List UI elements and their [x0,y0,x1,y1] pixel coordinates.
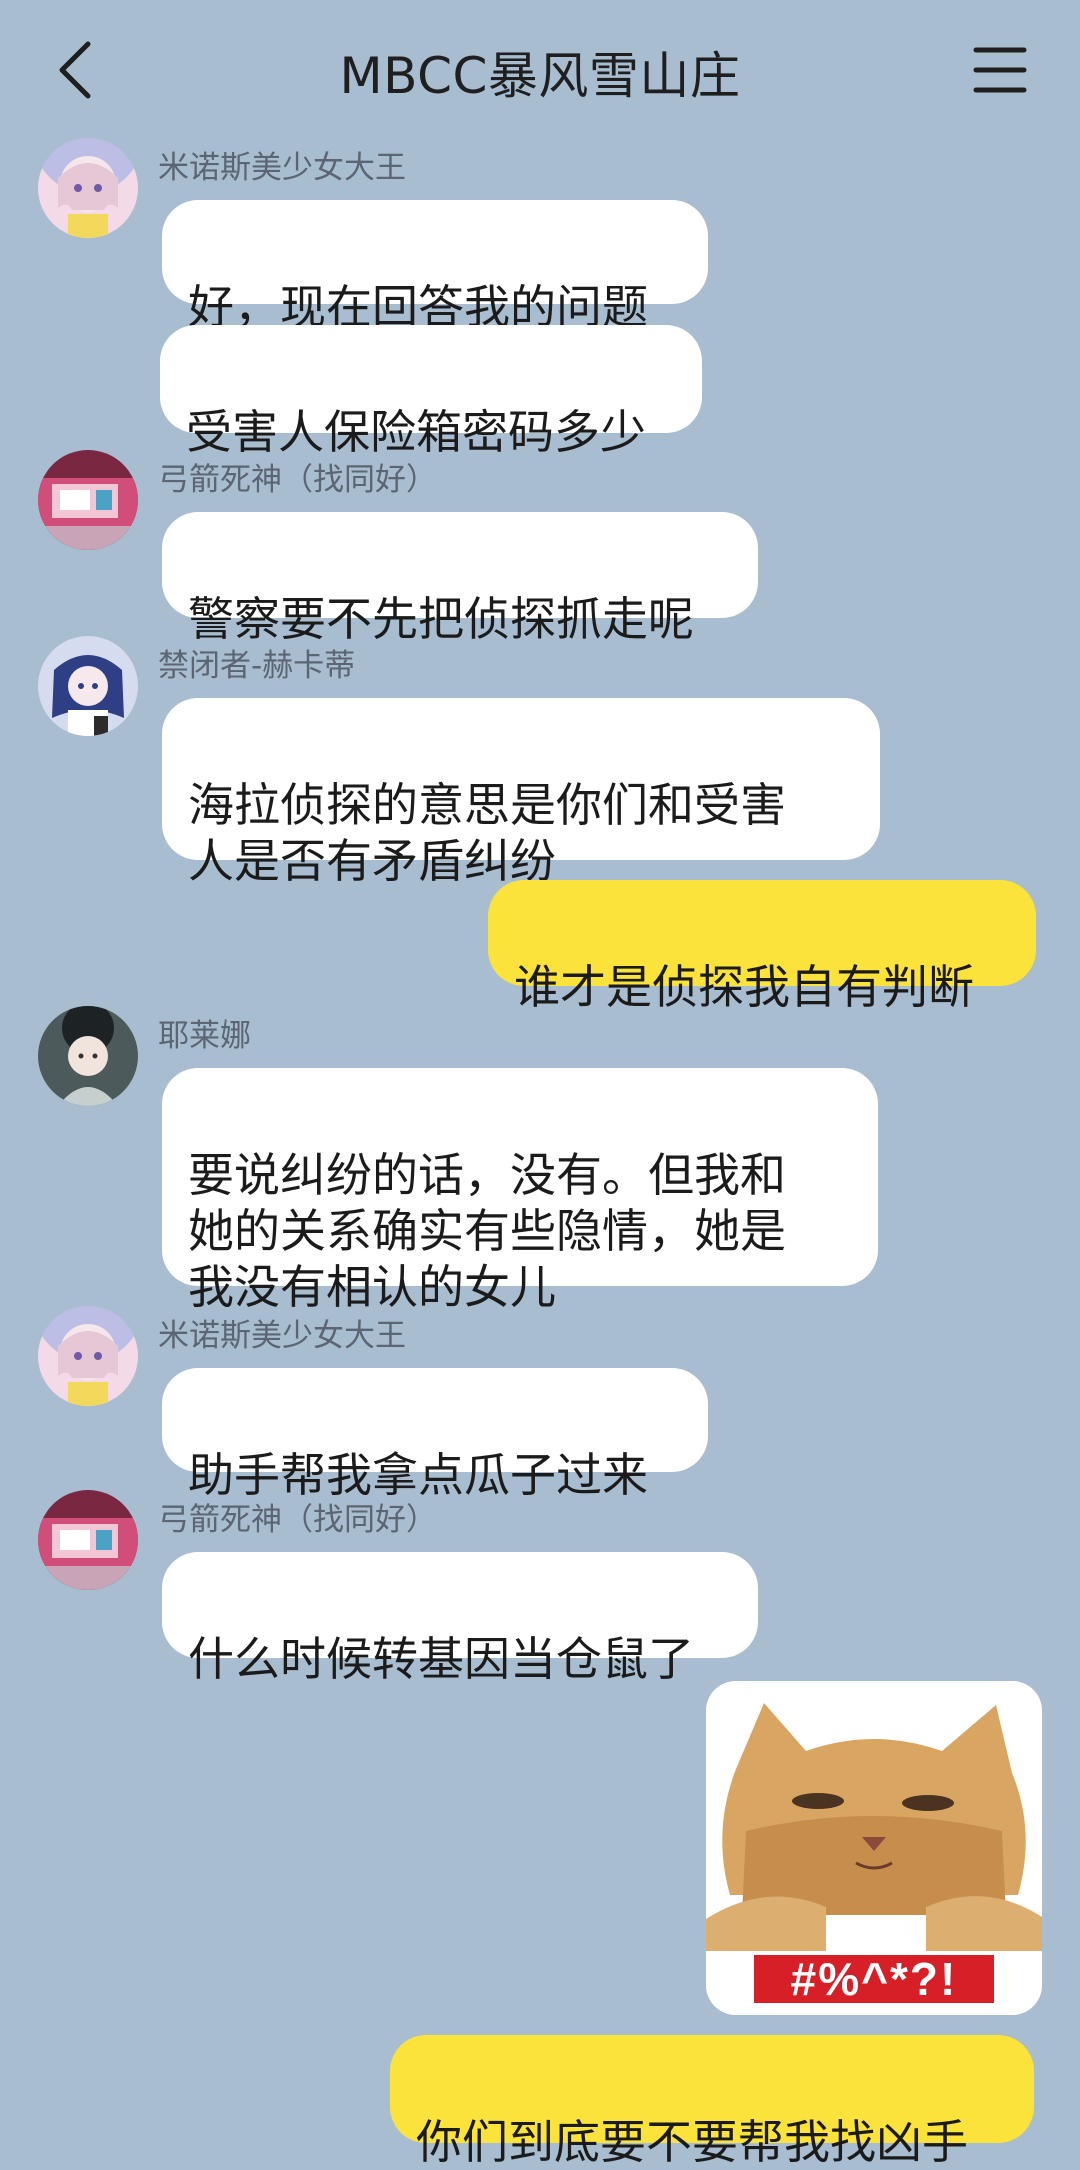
sticker-message[interactable]: #%^*?! [706,1681,1042,2015]
menu-button[interactable] [972,44,1028,96]
avatar[interactable] [38,1306,138,1406]
sender-name: 弓箭死神（找同好） [158,462,437,498]
hamburger-menu-icon [973,47,1027,93]
message-bubble[interactable]: 助手帮我拿点瓜子过来 [162,1368,708,1502]
avatar[interactable] [38,1006,138,1106]
message-text: 海拉侦探的意思是你们和受害 人是否有矛盾纠纷 [188,778,786,888]
message-text: 什么时候转基因当仓鼠了 [188,1632,694,1686]
message-bubble[interactable]: 警察要不先把侦探抓走呢 [162,512,758,646]
message-bubble[interactable]: 受害人保险箱密码多少 [160,325,702,459]
message-bubble[interactable]: 好，现在回答我的问题 [162,200,708,334]
avatar[interactable] [38,450,138,550]
message-bubble[interactable]: 要说纠纷的话，没有。但我和 她的关系确实有些隐情，她是 我没有相认的女儿 [162,1068,878,1314]
message-text: 受害人保险箱密码多少 [186,405,646,459]
message-text: 警察要不先把侦探抓走呢 [188,592,694,646]
message-text: 要说纠纷的话，没有。但我和 她的关系确实有些隐情，她是 我没有相认的女儿 [188,1148,786,1314]
chat-header: MBCC暴风雪山庄 [0,0,1080,140]
sender-name: 禁闭者-赫卡蒂 [158,648,356,684]
avatar[interactable] [38,138,138,238]
own-message-bubble[interactable]: 谁才是侦探我自有判断 [488,880,1036,1014]
avatar[interactable] [38,1490,138,1590]
message-bubble[interactable]: 海拉侦探的意思是你们和受害 人是否有矛盾纠纷 [162,698,880,888]
chat-title: MBCC暴风雪山庄 [339,47,741,105]
own-message-bubble[interactable]: 你们到底要不要帮我找凶手 [390,2035,1034,2169]
sender-name: 弓箭死神（找同好） [158,1502,437,1538]
sticker-caption: #%^*?! [754,1955,994,2003]
sender-name: 米诺斯美少女大王 [158,150,406,186]
avatar[interactable] [38,636,138,736]
sender-name: 米诺斯美少女大王 [158,1318,406,1354]
sender-name: 耶莱娜 [158,1018,251,1054]
message-bubble[interactable]: 什么时候转基因当仓鼠了 [162,1552,758,1686]
message-text: 谁才是侦探我自有判断 [514,960,974,1014]
